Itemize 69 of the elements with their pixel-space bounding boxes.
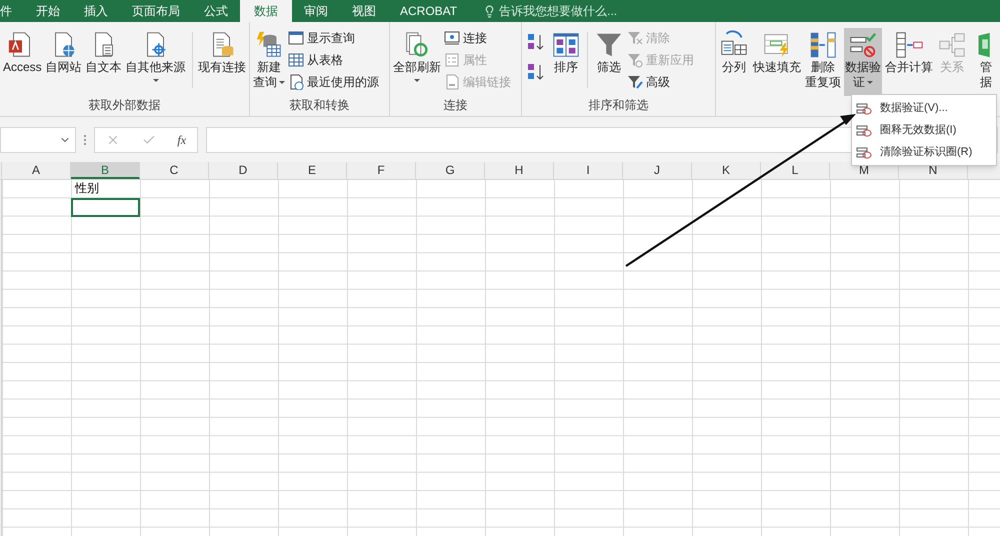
column-header[interactable]: E <box>278 162 347 179</box>
lightbulb-icon <box>483 4 496 18</box>
group-label: 连接 <box>442 97 468 114</box>
ribbon-tab[interactable]: 审阅 <box>292 0 340 22</box>
ribbon-small-button[interactable]: 连接 <box>444 28 511 47</box>
recent-source-icon <box>288 74 304 90</box>
column-header[interactable]: I <box>554 162 623 179</box>
connection-icon <box>444 30 460 46</box>
query-list-icon <box>288 30 304 46</box>
table-cell[interactable]: 性别 <box>71 180 140 198</box>
ribbon-tab[interactable]: 数据 <box>240 0 292 22</box>
menu-item[interactable]: 数据验证(V)... <box>852 97 996 119</box>
caret-icon <box>867 81 873 84</box>
ribbon-tab[interactable]: 视图 <box>340 0 388 22</box>
sort-descending-icon[interactable] <box>527 62 545 82</box>
column-header[interactable]: L <box>761 162 830 179</box>
caret-icon <box>152 79 159 82</box>
ribbon-button[interactable]: 分列 <box>718 28 750 96</box>
ribbon-button[interactable]: 自网站 <box>44 28 83 96</box>
ribbon-button[interactable]: 新建 查询 <box>252 28 286 96</box>
ribbon-button[interactable]: 删除 重复项 <box>804 28 842 96</box>
ribbon-button[interactable]: 快速填充 <box>752 28 802 96</box>
group-label: 获取和转换 <box>288 97 350 114</box>
caret-icon <box>279 81 285 84</box>
group-label: 获取外部数据 <box>88 97 162 114</box>
column-header[interactable]: J <box>623 162 692 179</box>
ribbon-button[interactable]: 自其他来源 <box>124 28 187 96</box>
ribbon-button[interactable]: 自文本 <box>84 28 123 96</box>
column-header[interactable]: B <box>71 162 140 179</box>
ribbon-button[interactable]: Access <box>2 28 43 96</box>
column-header[interactable]: G <box>416 162 485 179</box>
consolidate-icon <box>894 30 924 60</box>
ribbon-tab[interactable]: 开始 <box>24 0 72 22</box>
ribbon-tab[interactable]: 页面布局 <box>120 0 192 22</box>
sort-ascending-icon[interactable] <box>527 32 545 52</box>
column-header[interactable]: H <box>485 162 554 179</box>
remove-duplicates-icon <box>808 30 838 60</box>
insert-function-button[interactable]: fx <box>177 130 186 148</box>
column-header[interactable]: K <box>692 162 761 179</box>
table-icon <box>288 52 304 68</box>
ribbon-small-button[interactable]: 显示查询 <box>288 28 379 47</box>
column-header[interactable]: F <box>347 162 416 179</box>
clear-filter-icon <box>627 30 643 46</box>
ribbon-button[interactable]: 筛选 <box>593 28 625 96</box>
menu-item[interactable]: 圈释无效数据(I) <box>852 119 996 141</box>
ribbon-button[interactable]: 现有连接 <box>197 28 247 96</box>
ribbon-button[interactable]: 排序 <box>550 28 582 96</box>
ribbon-small-button[interactable]: 高级 <box>627 72 694 91</box>
menu-item[interactable]: 清除验证标识圈(R) <box>852 141 996 163</box>
ribbon-small-button[interactable]: 最近使用的源 <box>288 72 379 91</box>
column-header[interactable]: D <box>209 162 278 179</box>
ribbon-tab[interactable]: 插入 <box>72 0 120 22</box>
ribbon-button[interactable]: 合并计算 <box>884 28 934 96</box>
edit-links-icon <box>444 74 460 90</box>
reapply-filter-icon <box>627 52 643 68</box>
tell-me-field[interactable]: 告诉我您想要做什么... <box>483 0 640 22</box>
caret-icon <box>414 79 420 82</box>
ribbon-button[interactable]: 数据验 证 <box>844 28 882 96</box>
ribbon-tab[interactable]: ACROBAT <box>388 0 470 22</box>
ribbon-tab[interactable]: 件 <box>0 0 24 22</box>
ribbon-small-button[interactable]: 从表格 <box>288 50 379 69</box>
ribbon-button[interactable]: 全部刷新 <box>392 28 442 96</box>
column-header[interactable]: C <box>140 162 209 179</box>
selected-cell[interactable] <box>71 198 140 217</box>
group-label: 排序和筛选 <box>588 97 650 114</box>
advanced-filter-icon <box>627 74 643 90</box>
ribbon-tab[interactable]: 公式 <box>192 0 240 22</box>
data-validation-icon <box>848 30 878 60</box>
properties-icon <box>444 52 460 68</box>
